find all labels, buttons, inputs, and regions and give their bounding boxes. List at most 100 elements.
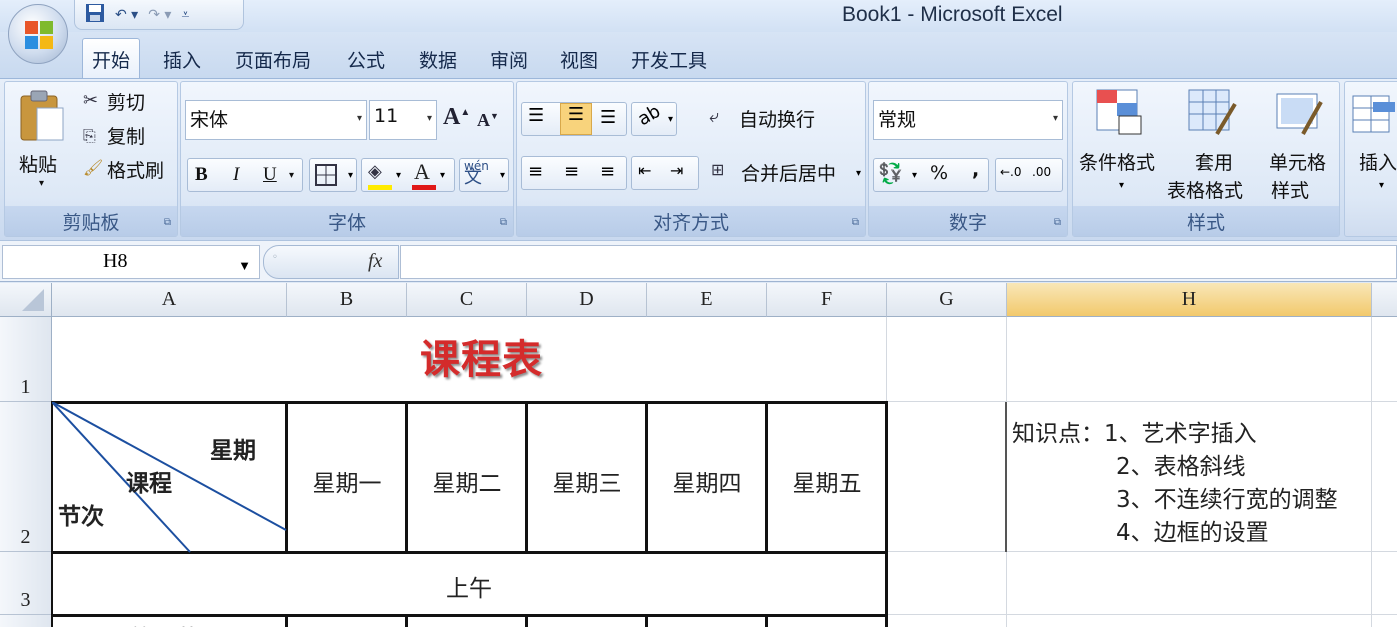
column-header-e[interactable]: E [647, 283, 767, 317]
align-bottom-icon[interactable]: ☰ [600, 107, 616, 128]
align-left-icon[interactable]: ≡ [528, 161, 543, 182]
wrap-text-icon: ⤶ [709, 106, 720, 127]
number-format-select[interactable]: 常规 ▾ [873, 100, 1063, 140]
name-box[interactable]: H8 ▼ [2, 245, 260, 279]
column-header-f[interactable]: F [767, 283, 887, 317]
underline-dropdown-icon[interactable]: ▾ [289, 170, 294, 181]
conditional-format-button[interactable]: 条件格式 ▾ [1077, 86, 1169, 202]
italic-button[interactable]: I [233, 164, 239, 186]
paste-button[interactable]: 粘贴 ▾ [11, 86, 73, 198]
font-name-value: 宋体 [190, 109, 229, 131]
cell-morning[interactable]: 上午 [52, 569, 886, 603]
office-button[interactable] [8, 4, 68, 64]
ribbon: 粘贴 ▾ ✂ 剪切 ⎘ 复制 🖌 格式刷 剪贴板 ⧉ 宋体 ▾ 11 ▾ A▲ A▼… [0, 78, 1397, 240]
bold-button[interactable]: B [195, 164, 208, 186]
row-number: 2 [20, 526, 31, 548]
dialog-launcher-icon[interactable]: ⧉ [164, 217, 171, 228]
row-header-3[interactable]: 3 [0, 552, 52, 615]
tab-formulas[interactable]: 公式 [338, 42, 394, 78]
phonetic-guide-button[interactable]: wén 文 ▾ [459, 158, 509, 192]
cell-day[interactable]: 星期三 [528, 464, 646, 498]
increase-decimal-icon[interactable]: ←.0 [1000, 165, 1022, 179]
column-header-c[interactable]: C [407, 283, 527, 317]
wrap-text-label: 自动换行 [739, 109, 816, 131]
font-group: 宋体 ▾ 11 ▾ A▲ A▼ B I U ▾ ▾ ◈ ▾ A ▾ wén文 [180, 81, 514, 237]
grow-font-button[interactable]: A▲ [443, 104, 470, 131]
dialog-launcher-icon[interactable]: ⧉ [1054, 217, 1061, 228]
save-icon[interactable] [85, 3, 105, 27]
column-header-d[interactable]: D [527, 283, 647, 317]
wrap-text-button[interactable]: ⤶ 自动换行 [707, 102, 857, 136]
border-button[interactable]: ▾ [309, 158, 357, 192]
row-header-1[interactable]: 1 [0, 317, 52, 402]
cell-period-first[interactable]: 第一节 [130, 619, 199, 627]
tab-home[interactable]: 开始 [82, 38, 141, 78]
row-header-2[interactable]: 2 [0, 402, 52, 552]
cell-day[interactable]: 星期五 [768, 464, 886, 498]
column-header-g[interactable]: G [887, 283, 1007, 317]
column-header-b[interactable]: B [287, 283, 407, 317]
tab-insert[interactable]: 插入 [154, 42, 210, 78]
redo-icon[interactable]: ↷ ▾ [148, 7, 171, 23]
underline-button[interactable]: U [263, 164, 277, 186]
cut-button[interactable]: ✂ 剪切 [81, 88, 177, 118]
cell-day[interactable]: 星期四 [648, 464, 766, 498]
increase-indent-icon[interactable]: ⇥ [670, 161, 683, 180]
chevron-down-icon: ▾ [1119, 180, 1125, 191]
table-format-icon [1188, 89, 1237, 136]
styles-group: 条件格式 ▾ 套用 表格格式 单元格 样式 样式 [1072, 81, 1340, 237]
table-border [51, 614, 888, 617]
tab-developer[interactable]: 开发工具 [622, 42, 716, 78]
font-color-button[interactable]: A [414, 159, 430, 185]
dialog-launcher-icon[interactable]: ⧉ [852, 217, 859, 228]
cell-day[interactable]: 星期二 [408, 464, 526, 498]
fill-color-icon[interactable]: ◈ [368, 161, 382, 182]
note-line-1: 知识点：1、艺术字插入 [1012, 421, 1257, 447]
currency-icon[interactable]: 💱 [878, 161, 903, 185]
scissors-icon: ✂ [83, 90, 99, 111]
formula-input[interactable] [400, 245, 1397, 279]
cell-day[interactable]: 星期一 [288, 464, 406, 498]
paste-dropdown-icon: ▾ [39, 178, 45, 189]
comma-button[interactable]: , [972, 159, 979, 181]
expand-handle-icon[interactable]: ◦ [272, 252, 278, 263]
cells-group: 插入 ▾ [1344, 81, 1397, 237]
undo-icon[interactable]: ↶ ▾ [115, 7, 138, 23]
align-top-icon[interactable]: ☰ [528, 105, 544, 126]
copy-label: 复制 [107, 126, 146, 148]
tab-view[interactable]: 视图 [551, 42, 607, 78]
clipboard-group: 粘贴 ▾ ✂ 剪切 ⎘ 复制 🖌 格式刷 剪贴板 ⧉ [4, 81, 178, 237]
align-center-icon[interactable]: ≡ [564, 161, 579, 182]
decrease-indent-icon[interactable]: ⇤ [638, 161, 651, 180]
dialog-launcher-icon[interactable]: ⧉ [500, 217, 507, 228]
column-header-h[interactable]: H [1007, 283, 1372, 317]
format-painter-button[interactable]: 🖌 格式刷 [81, 156, 177, 186]
merge-center-button[interactable]: ⊞ 合并后居中 ▾ [709, 156, 863, 190]
cell-styles-button[interactable]: 单元格 样式 [1267, 86, 1337, 202]
font-name-select[interactable]: 宋体 ▾ [185, 100, 367, 140]
row-header-4[interactable] [0, 615, 52, 627]
insert-cells-button[interactable]: 插入 ▾ [1349, 86, 1397, 202]
insert-function-button[interactable]: fx [368, 250, 382, 273]
percent-button[interactable]: % [930, 162, 948, 184]
chevron-down-icon: ▼ [238, 258, 251, 273]
table-border [765, 615, 768, 627]
column-header-i[interactable] [1372, 283, 1397, 317]
decrease-decimal-icon[interactable]: .00 [1032, 165, 1051, 179]
diag-label-period: 节次 [58, 504, 104, 530]
copy-button[interactable]: ⎘ 复制 [81, 122, 177, 152]
column-header-a[interactable]: A [52, 283, 287, 317]
tab-review[interactable]: 审阅 [481, 42, 537, 78]
align-right-icon[interactable]: ≡ [600, 161, 615, 182]
shrink-font-button[interactable]: A▼ [477, 110, 499, 131]
format-as-table-button[interactable]: 套用 表格格式 [1167, 86, 1263, 202]
align-middle-icon[interactable]: ☰ [560, 103, 592, 135]
orientation-icon: ab [634, 100, 665, 131]
orientation-button[interactable]: ab ▾ [631, 100, 677, 136]
tab-page-layout[interactable]: 页面布局 [226, 42, 320, 78]
select-all-button[interactable] [0, 283, 52, 317]
chevron-down-icon: ▾ [667, 114, 673, 125]
tab-data[interactable]: 数据 [410, 42, 466, 78]
customize-qat-icon[interactable]: ⩡ [181, 7, 189, 23]
font-size-select[interactable]: 11 ▾ [369, 100, 437, 140]
